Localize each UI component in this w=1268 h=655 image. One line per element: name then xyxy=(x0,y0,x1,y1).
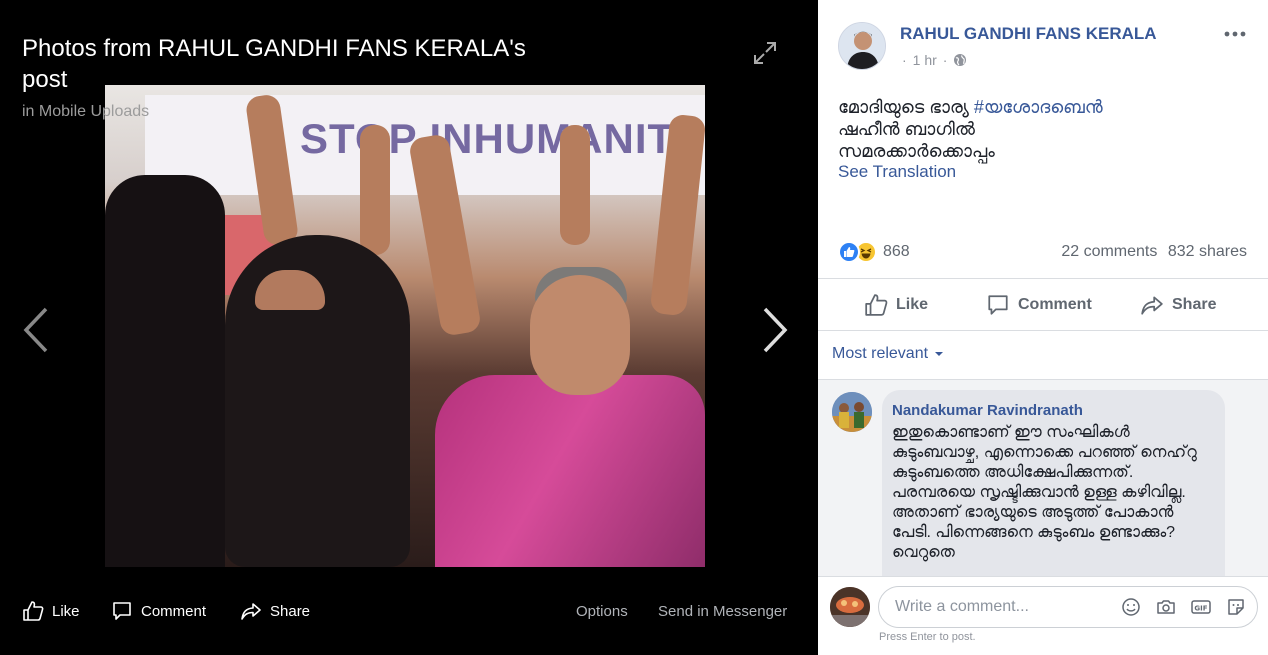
more-options-icon[interactable] xyxy=(1222,24,1248,44)
viewer-title: Photos from RAHUL GANDHI FANS KERALA's p… xyxy=(22,35,526,93)
send-in-messenger-button[interactable]: Send in Messenger xyxy=(658,596,787,626)
press-enter-hint: Press Enter to post. xyxy=(879,631,976,643)
comment-button[interactable]: Comment xyxy=(986,288,1092,322)
comment-label: Comment xyxy=(1018,296,1092,313)
current-user-avatar xyxy=(830,587,870,627)
comment-sort-dropdown[interactable]: Most relevant xyxy=(832,345,946,363)
comments-count-link[interactable]: 22 comments xyxy=(1061,243,1157,260)
comment-input-tools: GIF xyxy=(1107,596,1247,618)
options-button[interactable]: Options xyxy=(576,596,628,626)
viewer-share-label: Share xyxy=(270,602,311,620)
share-button[interactable]: Share xyxy=(1140,288,1216,322)
thumbs-up-icon xyxy=(23,601,44,621)
post-action-bar: Like Comment Share xyxy=(818,288,1268,322)
page-avatar[interactable] xyxy=(838,22,886,70)
comment-icon xyxy=(113,602,131,620)
viewer-action-bar: Like Comment Share Options Send in Messe… xyxy=(0,596,818,626)
post-panel: RAHUL GANDHI FANS KERALA · 1 hr · മോദിയു… xyxy=(818,0,1268,655)
previous-arrow-icon[interactable] xyxy=(18,305,58,355)
album-link[interactable]: in Mobile Uploads xyxy=(22,103,149,121)
photo-viewer: Photos from RAHUL GANDHI FANS KERALA's p… xyxy=(0,0,818,655)
next-arrow-icon[interactable] xyxy=(755,305,795,355)
post-text: മോദിയുടെ ഭാര്യ #യശോദബെൻ ഷഹീൻ ബാഗിൽ സമരക്… xyxy=(838,96,1103,162)
comment-text: ഇതുകൊണ്ടാണ് ഈ സംഘികൾ കുടുംബവാഴ്ച, എന്നൊക… xyxy=(892,424,1197,561)
post-stats: 22 comments 832 shares xyxy=(1055,243,1247,261)
share-label: Share xyxy=(1172,296,1217,313)
post-line-3: സമരക്കാർക്കൊപ്പം xyxy=(838,141,995,161)
like-button[interactable]: Like xyxy=(864,288,928,322)
like-reaction-icon xyxy=(838,241,860,263)
comment-input[interactable]: Write a comment... GIF xyxy=(878,586,1258,628)
post-line-1: മോദിയുടെ ഭാര്യ xyxy=(838,97,974,117)
viewer-like-label: Like xyxy=(52,602,80,620)
viewer-comment-button[interactable]: Comment xyxy=(111,596,206,626)
comment-icon xyxy=(988,295,1008,315)
shares-count-link[interactable]: 832 shares xyxy=(1168,243,1247,260)
comment-author[interactable]: Nandakumar Ravindranath xyxy=(892,402,1215,419)
caret-down-icon xyxy=(935,352,944,356)
share-icon xyxy=(241,603,261,620)
post-photo[interactable]: STOP INHUMANITY xyxy=(105,85,705,567)
expand-icon[interactable] xyxy=(752,40,778,66)
svg-text:GIF: GIF xyxy=(1194,605,1207,613)
viewer-share-button[interactable]: Share xyxy=(240,596,310,626)
viewer-like-button[interactable]: Like xyxy=(22,596,80,626)
gif-icon[interactable]: GIF xyxy=(1190,596,1212,618)
commenter-avatar[interactable] xyxy=(832,392,872,432)
comment-input-placeholder: Write a comment... xyxy=(895,598,1029,615)
sticker-icon[interactable] xyxy=(1225,596,1247,618)
post-time[interactable]: 1 hr xyxy=(913,52,937,68)
reaction-count: 868 xyxy=(883,243,910,260)
comments-list: Nandakumar Ravindranath ഇതുകൊണ്ടാണ് ഈ സം… xyxy=(818,380,1268,576)
see-translation-link[interactable]: See Translation xyxy=(838,162,956,182)
sort-label: Most relevant xyxy=(832,345,929,362)
globe-icon xyxy=(954,54,967,66)
divider xyxy=(818,330,1268,331)
comment-bubble: Nandakumar Ravindranath ഇതുകൊണ്ടാണ് ഈ സം… xyxy=(882,390,1225,576)
share-icon xyxy=(1141,296,1163,315)
post-line-2: ഷഹീൻ ബാഗിൽ xyxy=(838,119,975,139)
viewer-comment-label: Comment xyxy=(141,602,207,620)
hashtag-link[interactable]: #യശോദബെൻ xyxy=(974,97,1103,117)
thumbs-up-icon xyxy=(865,294,888,316)
write-comment-row: Write a comment... GIF Press Enter to po… xyxy=(818,576,1268,655)
emoji-icon[interactable] xyxy=(1120,596,1142,618)
like-label: Like xyxy=(896,296,929,313)
camera-icon[interactable] xyxy=(1155,596,1177,618)
page-name[interactable]: RAHUL GANDHI FANS KERALA xyxy=(900,24,1157,44)
reaction-summary[interactable]: 868 xyxy=(838,241,910,263)
post-meta: · 1 hr · xyxy=(902,52,967,68)
divider xyxy=(818,278,1268,279)
